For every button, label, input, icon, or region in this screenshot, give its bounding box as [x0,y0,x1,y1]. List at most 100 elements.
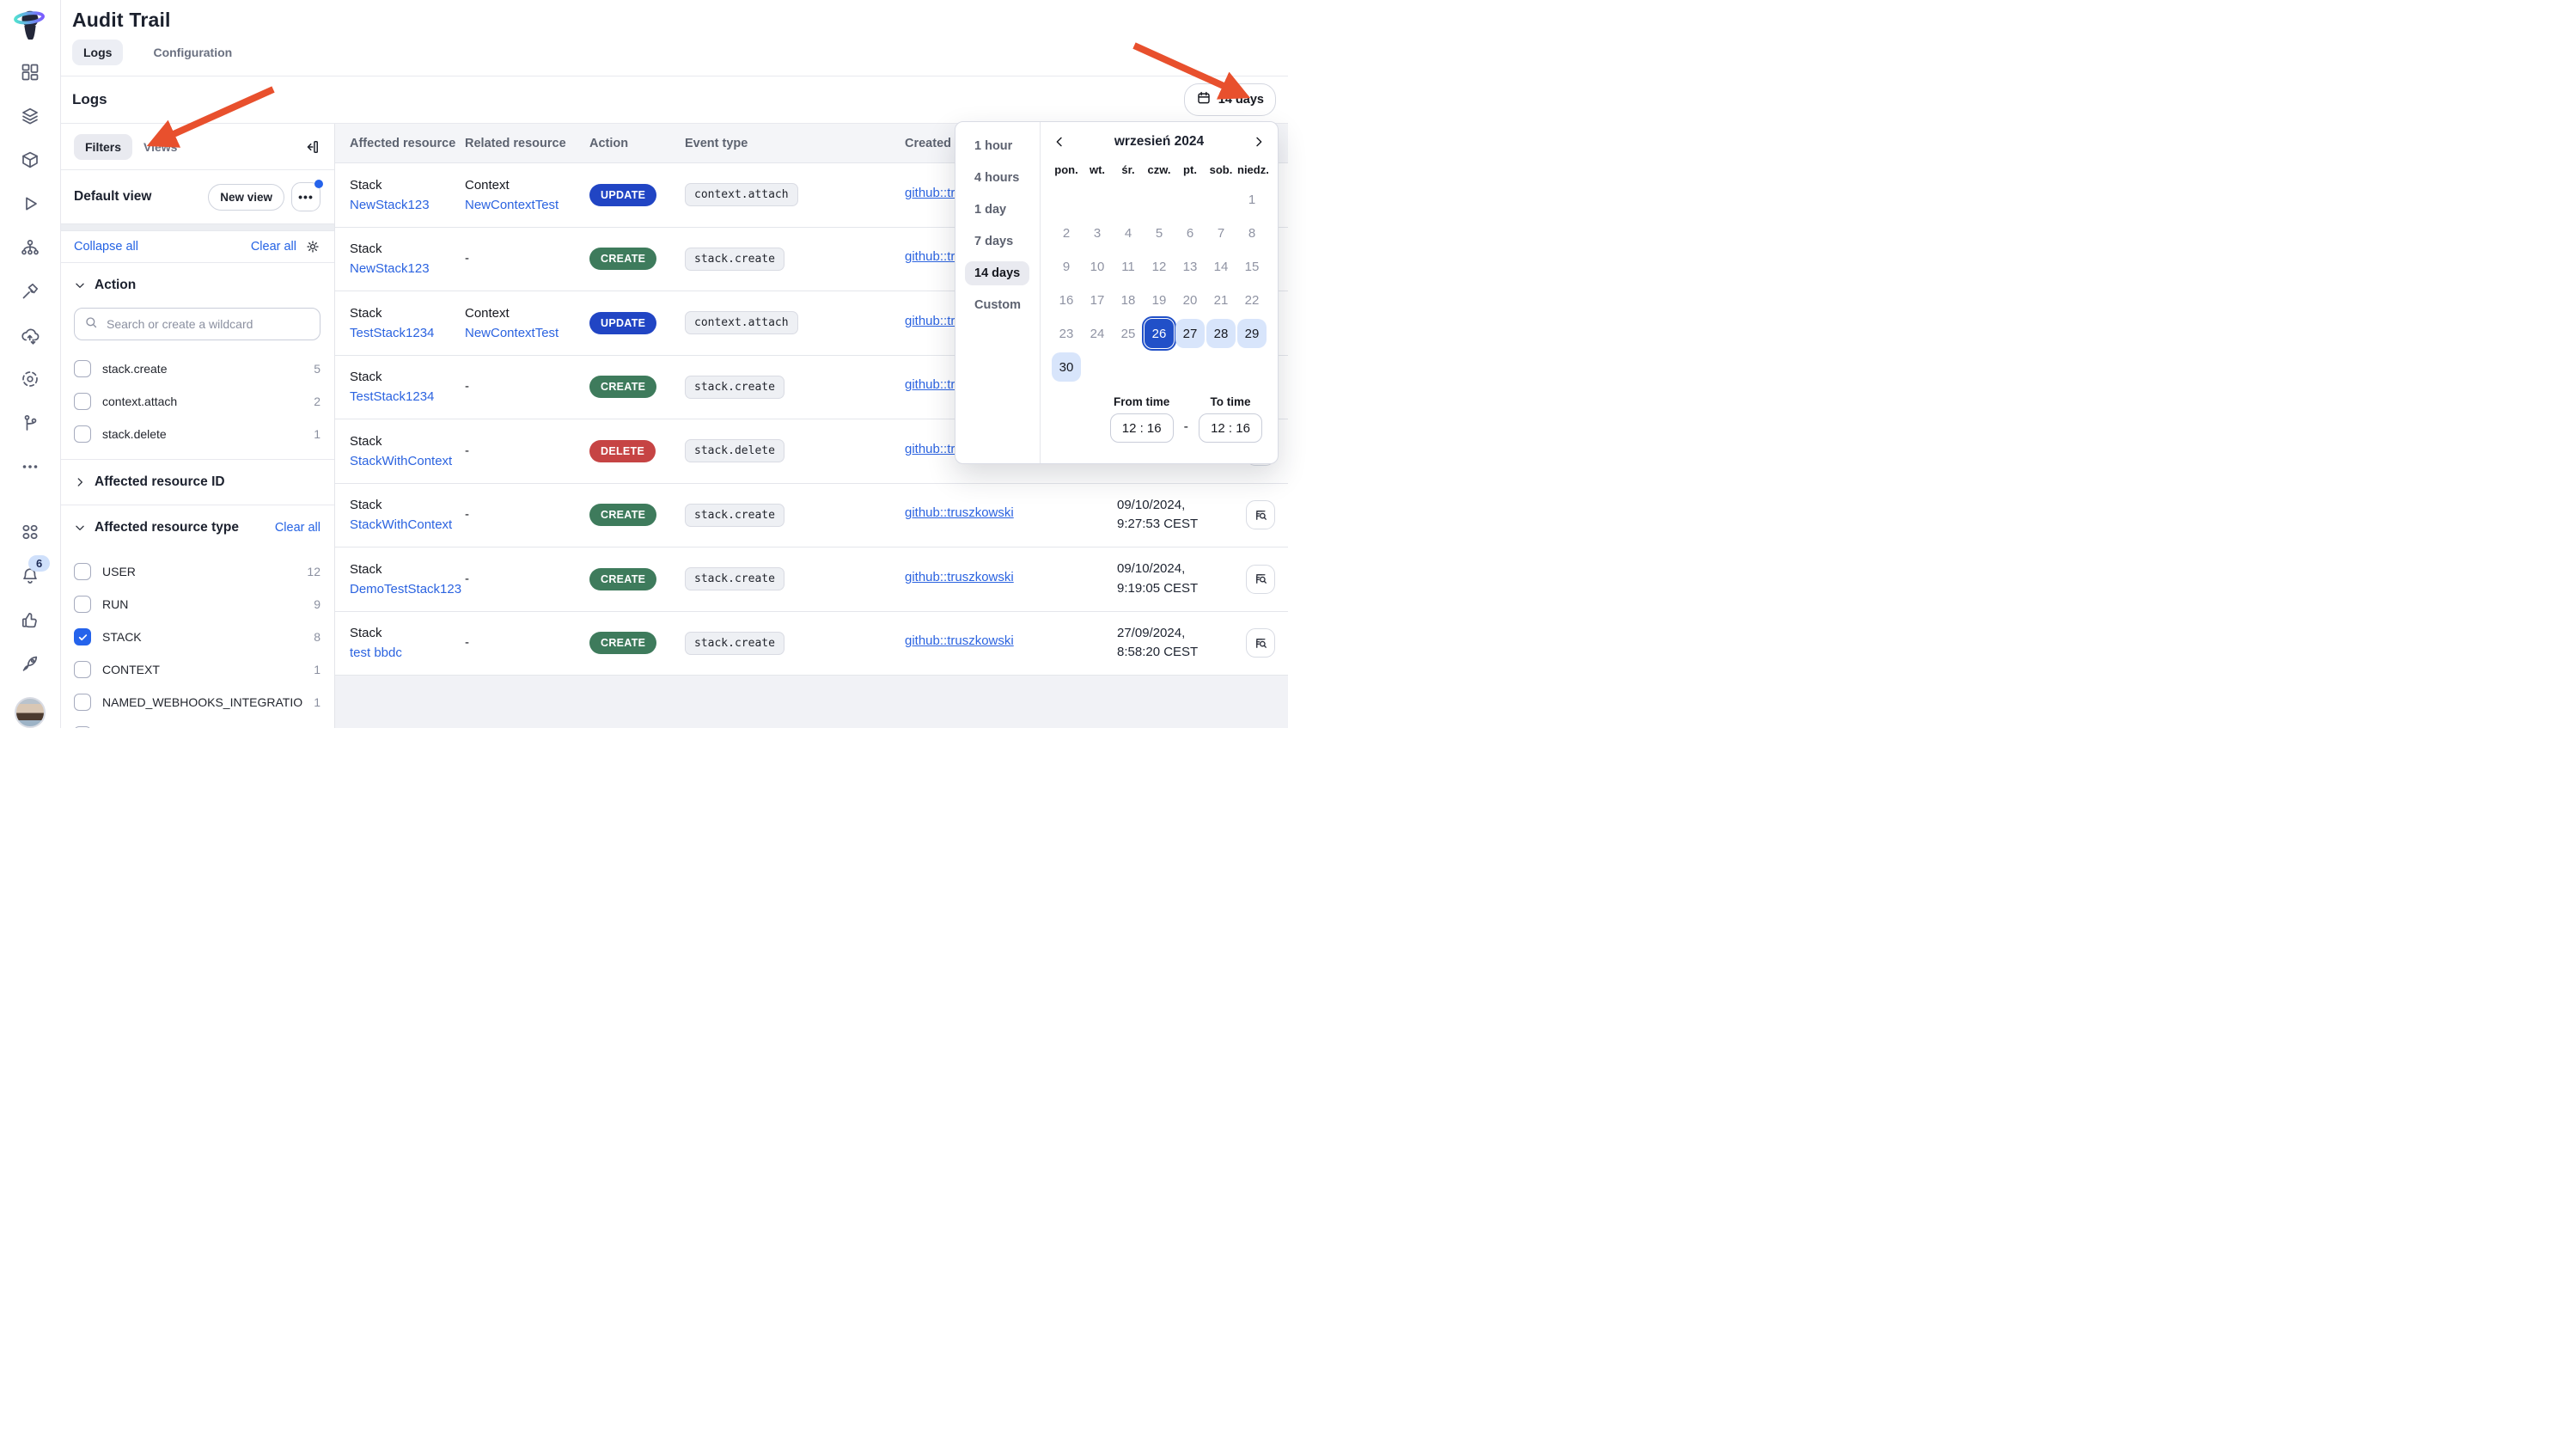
created-by-link[interactable]: github::truszkowski [905,570,1014,584]
tab-configuration[interactable]: Configuration [142,40,243,65]
tab-views[interactable]: Views [132,134,188,160]
affected-resource-link[interactable]: NewStack123 [350,195,465,215]
collapse-panel-icon[interactable] [303,138,320,156]
chevron-down-icon[interactable] [74,279,86,291]
action-filter-item-context-attach[interactable]: context.attach2 [74,385,320,418]
calendar-day[interactable]: 8 [1237,218,1267,248]
affected-resource-link[interactable]: TestStack1234 [350,323,465,343]
range-preset-14-days[interactable]: 14 days [965,261,1029,285]
calendar-day[interactable]: 1 [1237,185,1267,214]
from-time-input[interactable]: 12 : 16 [1110,413,1174,443]
resource-type-filter-item-named-webhooks-integration[interactable]: NAMED_WEBHOOKS_INTEGRATION1 [74,686,320,719]
resource-type-filter-item-user[interactable]: USER12 [74,555,320,588]
resource-type-filter-item-context[interactable]: CONTEXT1 [74,653,320,686]
calendar-day[interactable]: 11 [1114,252,1143,281]
calendar-day[interactable]: 6 [1175,218,1205,248]
calendar-day-in-range[interactable]: 29 [1237,319,1267,348]
calendar-day[interactable]: 2 [1052,218,1081,248]
calendar-day[interactable]: 19 [1145,285,1174,315]
calendar-day[interactable]: 14 [1206,252,1236,281]
range-preset-custom[interactable]: Custom [965,293,1030,317]
checkbox-checked[interactable] [74,628,91,645]
stacks-icon[interactable] [20,106,40,126]
resource-type-filter-item-terraform-provider[interactable]: TERRAFORM_PROVIDER1 [74,719,320,728]
clear-all-link[interactable]: Clear all [251,240,296,254]
dashboard-icon[interactable] [20,62,40,83]
affected-resource-link[interactable]: DemoTestStack123 [350,579,465,599]
calendar-day[interactable]: 3 [1083,218,1112,248]
action-search-input[interactable] [105,316,310,332]
new-view-button[interactable]: New view [208,184,284,211]
affected-resource-link[interactable]: StackWithContext [350,451,465,471]
calendar-day[interactable]: 21 [1206,285,1236,315]
prev-month-icon[interactable] [1053,135,1066,149]
filter-settings-gear-icon[interactable] [305,239,320,254]
user-avatar[interactable] [15,697,46,728]
policies-icon[interactable] [20,369,40,389]
chevron-right-icon[interactable] [74,476,86,488]
to-time-input[interactable]: 12 : 16 [1199,413,1262,443]
calendar-day-in-range[interactable]: 28 [1206,319,1236,348]
tab-filters[interactable]: Filters [74,134,132,160]
notifications-bell-icon[interactable]: 6 [20,566,40,586]
affected-resource-link[interactable]: TestStack1234 [350,387,465,407]
checkbox[interactable] [74,694,91,711]
calendar-day[interactable]: 5 [1145,218,1174,248]
calendar-day[interactable]: 13 [1175,252,1205,281]
calendar-day[interactable]: 23 [1052,319,1081,348]
apps-icon[interactable] [20,522,40,542]
checkbox[interactable] [74,360,91,377]
checkbox[interactable] [74,726,91,728]
worker-pools-icon[interactable] [20,281,40,302]
range-preset-1-day[interactable]: 1 day [965,198,1016,222]
created-by-link[interactable]: github::truszkowski [905,633,1014,648]
view-log-details-button[interactable] [1246,565,1275,594]
cloud-integrations-icon[interactable] [20,325,40,346]
related-resource-link[interactable]: NewContextTest [465,195,589,215]
affected-resource-link[interactable]: StackWithContext [350,515,465,535]
calendar-day[interactable]: 17 [1083,285,1112,315]
runs-icon[interactable] [20,193,40,214]
calendar-day[interactable]: 16 [1052,285,1081,315]
checkbox[interactable] [74,393,91,410]
checkbox[interactable] [74,661,91,678]
checkbox[interactable] [74,425,91,443]
calendar-day[interactable]: 22 [1237,285,1267,315]
spacelift-logo-icon[interactable] [14,7,46,43]
affected-resource-link[interactable]: test bbdc [350,643,465,663]
checkbox[interactable] [74,563,91,580]
calendar-day[interactable]: 12 [1145,252,1174,281]
affected-resource-link[interactable]: NewStack123 [350,259,465,278]
calendar-day[interactable]: 24 [1083,319,1112,348]
calendar-day[interactable]: 4 [1114,218,1143,248]
range-preset-4-hours[interactable]: 4 hours [965,166,1029,190]
chevron-down-icon[interactable] [74,522,86,534]
resource-type-filter-item-run[interactable]: RUN9 [74,588,320,621]
source-control-icon[interactable] [20,413,40,433]
calendar-day[interactable]: 7 [1206,218,1236,248]
view-log-details-button[interactable] [1246,500,1275,529]
date-range-button[interactable]: 14 days [1184,83,1276,116]
related-resource-link[interactable]: NewContextTest [465,323,589,343]
calendar-day-in-range[interactable]: 27 [1175,319,1205,348]
calendar-day-selected[interactable]: 26 [1145,319,1174,348]
range-preset-1-hour[interactable]: 1 hour [965,134,1022,158]
calendar-day[interactable]: 10 [1083,252,1112,281]
view-log-details-button[interactable] [1246,628,1275,658]
feedback-thumbs-up-icon[interactable] [20,609,40,630]
resource-type-filter-item-stack[interactable]: STACK8 [74,621,320,653]
calendar-day[interactable]: 20 [1175,285,1205,315]
checkbox[interactable] [74,596,91,613]
calendar-day[interactable]: 15 [1237,252,1267,281]
created-by-link[interactable]: github::truszkowski [905,505,1014,520]
calendar-day[interactable]: 25 [1114,319,1143,348]
calendar-day-in-range[interactable]: 30 [1052,352,1081,382]
collapse-all-link[interactable]: Collapse all [74,240,138,254]
action-filter-item-stack-delete[interactable]: stack.delete1 [74,418,320,450]
tab-logs[interactable]: Logs [72,40,123,65]
next-month-icon[interactable] [1252,135,1266,149]
range-preset-7-days[interactable]: 7 days [965,229,1022,254]
more-icon[interactable] [20,456,40,477]
calendar-day[interactable]: 9 [1052,252,1081,281]
calendar-day[interactable]: 18 [1114,285,1143,315]
